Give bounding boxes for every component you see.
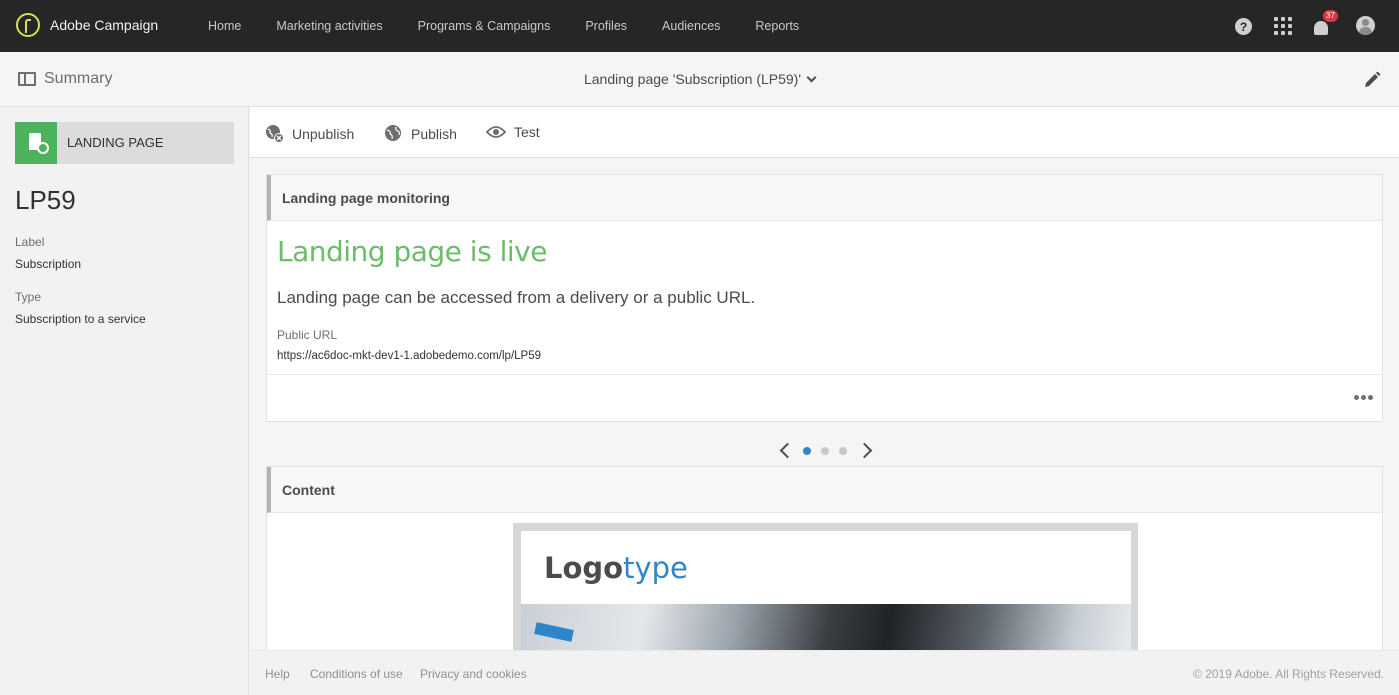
monitoring-panel-footer	[267, 374, 1382, 421]
pager-dot-3[interactable]	[839, 447, 847, 455]
eye-icon	[486, 126, 506, 138]
top-right-icons: ? 37	[1213, 9, 1375, 35]
footer-help-link[interactable]: Help	[265, 667, 290, 681]
page-footer: Help Conditions of use Privacy and cooki…	[250, 650, 1399, 695]
page-title: Landing page 'Subscription (LP59)'	[583, 71, 802, 87]
monitoring-panel-title: Landing page monitoring	[267, 175, 1382, 221]
unpublish-button[interactable]: Unpublish	[265, 124, 354, 143]
carousel-pager	[250, 441, 1399, 461]
nav-item-marketing-activities[interactable]: Marketing activities	[276, 0, 382, 52]
publish-button[interactable]: Publish	[384, 124, 457, 143]
public-url-value[interactable]: https://ac6doc-mkt-dev1-1.adobedemo.com/…	[277, 350, 541, 362]
public-url-label: Public URL	[277, 328, 338, 342]
pencil-edit-icon[interactable]	[1363, 71, 1381, 89]
top-navigation: Adobe Campaign Home Marketing activities…	[0, 0, 1399, 52]
footer-conditions-link[interactable]: Conditions of use	[310, 667, 403, 681]
hero-image	[521, 604, 1131, 650]
nav-item-programs-campaigns[interactable]: Programs & Campaigns	[418, 0, 551, 52]
notifications-button[interactable]: 37	[1314, 9, 1338, 35]
brand-name[interactable]: Adobe Campaign	[50, 17, 158, 33]
previous-arrow-icon[interactable]	[779, 442, 796, 459]
more-options-icon[interactable]	[1352, 395, 1373, 400]
page-header: Summary Landing page 'Subscription (LP59…	[0, 52, 1399, 107]
globe-icon	[385, 125, 401, 141]
logotype: Logotype	[544, 551, 688, 585]
type-card-label: LANDING PAGE	[67, 135, 164, 150]
content-panel: Content Logotype	[266, 466, 1383, 650]
action-toolbar: Unpublish Publish Test	[250, 107, 1399, 158]
preview-page: Logotype	[521, 531, 1131, 650]
help-icon[interactable]: ?	[1235, 18, 1252, 35]
landing-page-icon	[15, 122, 57, 164]
footer-privacy-link[interactable]: Privacy and cookies	[420, 667, 527, 681]
pager-dot-2[interactable]	[821, 447, 829, 455]
type-field-title: Type	[15, 290, 42, 304]
publish-label: Publish	[411, 125, 457, 142]
item-code: LP59	[15, 185, 76, 215]
content-panel-title: Content	[267, 467, 1382, 513]
nav-item-profiles[interactable]: Profiles	[585, 0, 627, 52]
test-label: Test	[514, 124, 540, 140]
notification-badge: 37	[1323, 9, 1338, 22]
pager-dot-1[interactable]	[803, 447, 811, 455]
chevron-down-icon	[806, 72, 817, 83]
label-field-value: Subscription	[15, 257, 82, 271]
nav-item-reports[interactable]: Reports	[755, 0, 799, 52]
type-field-value: Subscription to a service	[15, 312, 146, 326]
copyright-text: © 2019 Adobe. All Rights Reserved.	[1193, 667, 1384, 681]
monitoring-panel: Landing page monitoring Landing page is …	[266, 174, 1383, 422]
unpublish-label: Unpublish	[292, 125, 355, 142]
summary-sidebar: LANDING PAGE LP59 Label Subscription Typ…	[0, 107, 249, 695]
bell-icon	[1314, 20, 1328, 35]
nav-item-home[interactable]: Home	[208, 0, 241, 52]
avatar[interactable]	[1356, 15, 1375, 35]
landing-page-preview[interactable]: Logotype	[513, 523, 1138, 650]
live-status-description: Landing page can be accessed from a deli…	[277, 288, 756, 307]
adobe-campaign-logo-icon[interactable]	[16, 13, 40, 37]
next-arrow-icon[interactable]	[856, 442, 873, 459]
content-preview-area: Logotype	[267, 513, 1382, 650]
live-status-heading: Landing page is live	[277, 235, 547, 268]
landing-page-type-card: LANDING PAGE	[15, 122, 234, 164]
test-button[interactable]: Test	[486, 124, 540, 140]
label-field-title: Label	[15, 235, 45, 249]
globe-remove-icon	[266, 125, 284, 143]
nav-item-audiences[interactable]: Audiences	[662, 0, 720, 52]
logo-part-1: Logo	[544, 551, 624, 585]
logo-part-2: type	[623, 551, 688, 585]
main-nav: Home Marketing activities Programs & Cam…	[208, 0, 834, 52]
main-content: Unpublish Publish Test Landing page moni…	[250, 107, 1399, 650]
apps-grid-icon[interactable]	[1274, 17, 1292, 35]
page-title-dropdown[interactable]: Landing page 'Subscription (LP59)'	[0, 71, 1399, 87]
